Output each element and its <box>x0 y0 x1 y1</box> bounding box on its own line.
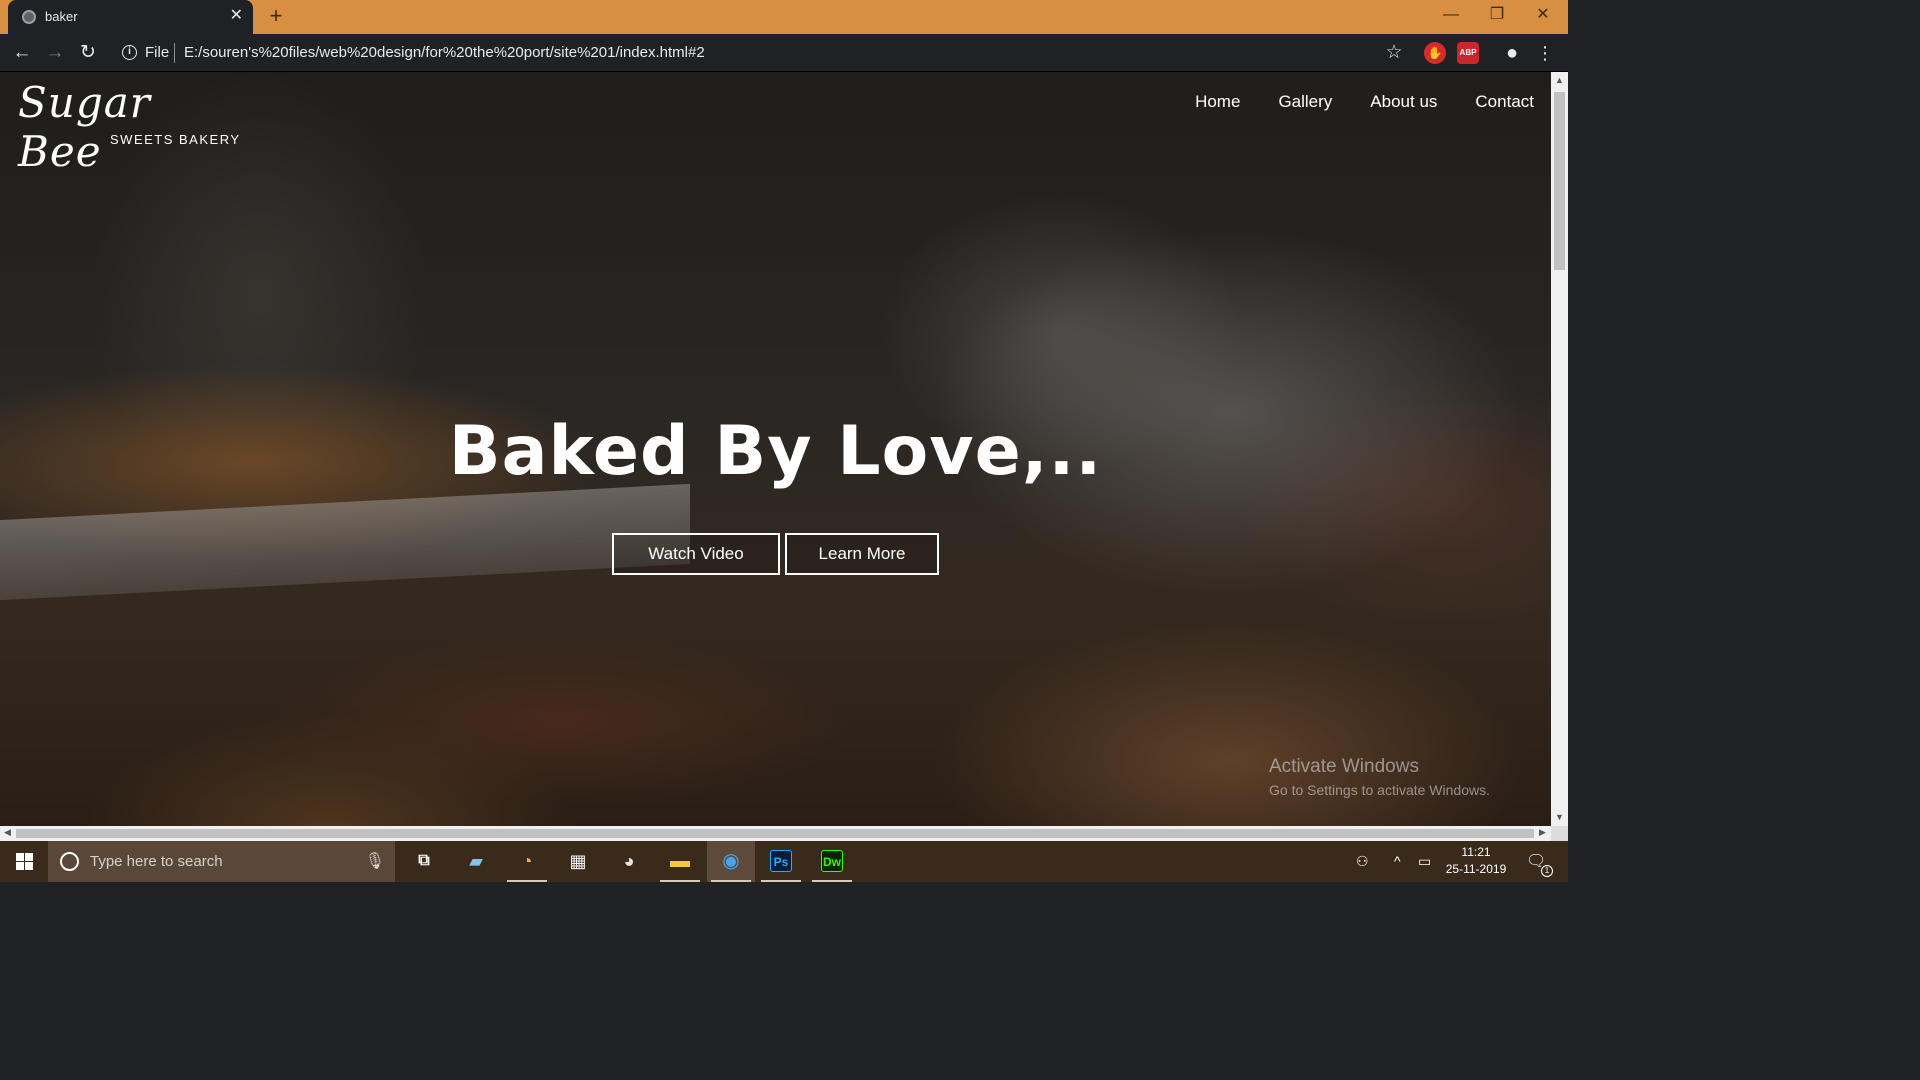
browser-tab[interactable]: baker ✕ <box>8 0 253 34</box>
tab-title: baker <box>45 9 78 24</box>
scroll-left-arrow-icon[interactable]: ◀ <box>4 827 11 838</box>
running-indicator <box>660 880 700 882</box>
paint-icon: ◕ <box>623 851 635 871</box>
close-window-button[interactable]: ✕ <box>1520 0 1566 30</box>
bookmark-star-icon[interactable]: ☆ <box>1382 42 1406 64</box>
windows-logo-pane <box>25 853 33 861</box>
battery-icon[interactable]: ▭ <box>1418 841 1431 882</box>
learn-more-button[interactable]: Learn More <box>785 533 939 575</box>
maximize-button[interactable]: ❐ <box>1474 0 1520 30</box>
vertical-scroll-thumb[interactable] <box>1554 92 1565 270</box>
taskbar-notepad[interactable]: ▰ <box>452 841 500 882</box>
search-placeholder: Type here to search <box>90 853 223 870</box>
extension-icon[interactable]: ✋ <box>1424 42 1446 64</box>
nav-gallery[interactable]: Gallery <box>1278 92 1332 112</box>
task-view-button[interactable]: ⧉ <box>400 841 448 882</box>
reload-button[interactable]: ↻ <box>76 42 100 64</box>
store-icon: ▦ <box>569 851 587 871</box>
folder-icon: ▬ <box>670 850 690 872</box>
new-tab-button[interactable]: + <box>263 4 289 30</box>
logo-script-text: Sugar Bee <box>18 78 151 176</box>
scroll-right-arrow-icon[interactable]: ▶ <box>1539 827 1546 838</box>
scroll-down-arrow-icon[interactable]: ▼ <box>1555 812 1564 822</box>
taskbar-photoshop[interactable]: Ps <box>757 841 805 882</box>
logo-subtitle: SWEETS BAKERY <box>110 132 241 147</box>
clock-date: 25-11-2019 <box>1445 862 1507 876</box>
globe-icon <box>22 10 36 24</box>
browser-title-bar: baker ✕ + — ❐ ✕ <box>0 0 1568 34</box>
dreamweaver-icon: Dw <box>821 850 843 872</box>
windows-logo-pane <box>25 862 33 870</box>
url-scheme-label: File <box>145 44 170 61</box>
watermark-title: Activate Windows <box>1269 756 1419 777</box>
task-view-icon: ⧉ <box>418 852 430 869</box>
watch-video-button[interactable]: Watch Video <box>612 533 780 575</box>
address-bar[interactable]: i File E:/souren's%20files/web%20design/… <box>112 39 1412 67</box>
horizontal-scrollbar[interactable]: ◀ ▶ <box>0 826 1551 841</box>
horizontal-scroll-thumb[interactable] <box>16 829 1534 838</box>
chrome-icon: ◉ <box>722 850 740 872</box>
scroll-up-arrow-icon[interactable]: ▲ <box>1555 75 1564 85</box>
address-separator <box>174 43 175 63</box>
menu-icon[interactable]: ⋮ <box>1535 42 1555 64</box>
windows-logo-pane <box>16 862 24 870</box>
tab-close-icon[interactable]: ✕ <box>230 7 243 25</box>
notification-count-badge: 1 <box>1541 865 1553 877</box>
nav-home[interactable]: Home <box>1195 92 1240 112</box>
adblock-plus-icon[interactable]: ABP <box>1457 42 1479 64</box>
taskbar-paint-3d[interactable]: ◔ <box>503 841 551 882</box>
forward-button[interactable]: → <box>43 42 67 64</box>
activate-windows-watermark: Activate Windows Go to Settings to activ… <box>1269 756 1490 798</box>
running-indicator <box>507 880 547 882</box>
taskbar-paint[interactable]: ◕ <box>605 841 653 882</box>
info-icon[interactable]: i <box>122 45 137 60</box>
notepad-icon: ▰ <box>469 851 483 871</box>
taskbar-file-explorer[interactable]: ▬ <box>656 841 704 882</box>
url-text[interactable]: E:/souren's%20files/web%20design/for%20t… <box>184 44 705 61</box>
people-icon[interactable]: ⚇ <box>1356 841 1369 882</box>
back-button[interactable]: ← <box>10 42 34 64</box>
nav-about[interactable]: About us <box>1370 92 1437 112</box>
page-viewport: Sugar Bee SWEETS BAKERY Home Gallery Abo… <box>0 72 1551 826</box>
microphone-icon[interactable]: 🎙 <box>365 851 385 871</box>
watermark-subtitle: Go to Settings to activate Windows. <box>1269 782 1490 798</box>
clock-time: 11:21 <box>1461 845 1491 859</box>
running-indicator <box>711 880 751 882</box>
windows-taskbar: Type here to search 🎙 ⧉ ▰ ◔ ▦ ◕ ▬ ◉ Ps D… <box>0 841 1568 882</box>
cortana-icon <box>60 852 79 871</box>
taskbar-search-box[interactable]: Type here to search 🎙 <box>48 841 395 882</box>
taskbar-dreamweaver[interactable]: Dw <box>808 841 856 882</box>
taskbar-store[interactable]: ▦ <box>554 841 602 882</box>
nav-contact[interactable]: Contact <box>1475 92 1534 112</box>
windows-logo-icon <box>16 853 24 861</box>
vertical-scrollbar[interactable]: ▲ ▼ <box>1551 72 1568 826</box>
site-logo[interactable]: Sugar Bee SWEETS BAKERY <box>16 78 246 176</box>
site-nav: Home Gallery About us Contact <box>1157 92 1534 112</box>
start-button[interactable] <box>0 841 48 882</box>
show-hidden-icons-chevron-icon[interactable]: ^ <box>1394 841 1401 882</box>
system-clock[interactable]: 11:21 25-11-2019 <box>1441 844 1511 878</box>
paint-3d-icon: ◔ <box>521 851 533 871</box>
profile-icon[interactable]: ● <box>1500 42 1524 64</box>
taskbar-chrome[interactable]: ◉ <box>707 841 755 882</box>
browser-toolbar: ← → ↻ i File E:/souren's%20files/web%20d… <box>0 34 1568 72</box>
running-indicator <box>761 880 801 882</box>
running-indicator <box>812 880 852 882</box>
hero-title: Baked By Love,.. <box>448 412 1103 491</box>
minimize-button[interactable]: — <box>1428 0 1474 30</box>
photoshop-icon: Ps <box>770 850 792 872</box>
scrollbar-corner <box>1551 826 1568 841</box>
